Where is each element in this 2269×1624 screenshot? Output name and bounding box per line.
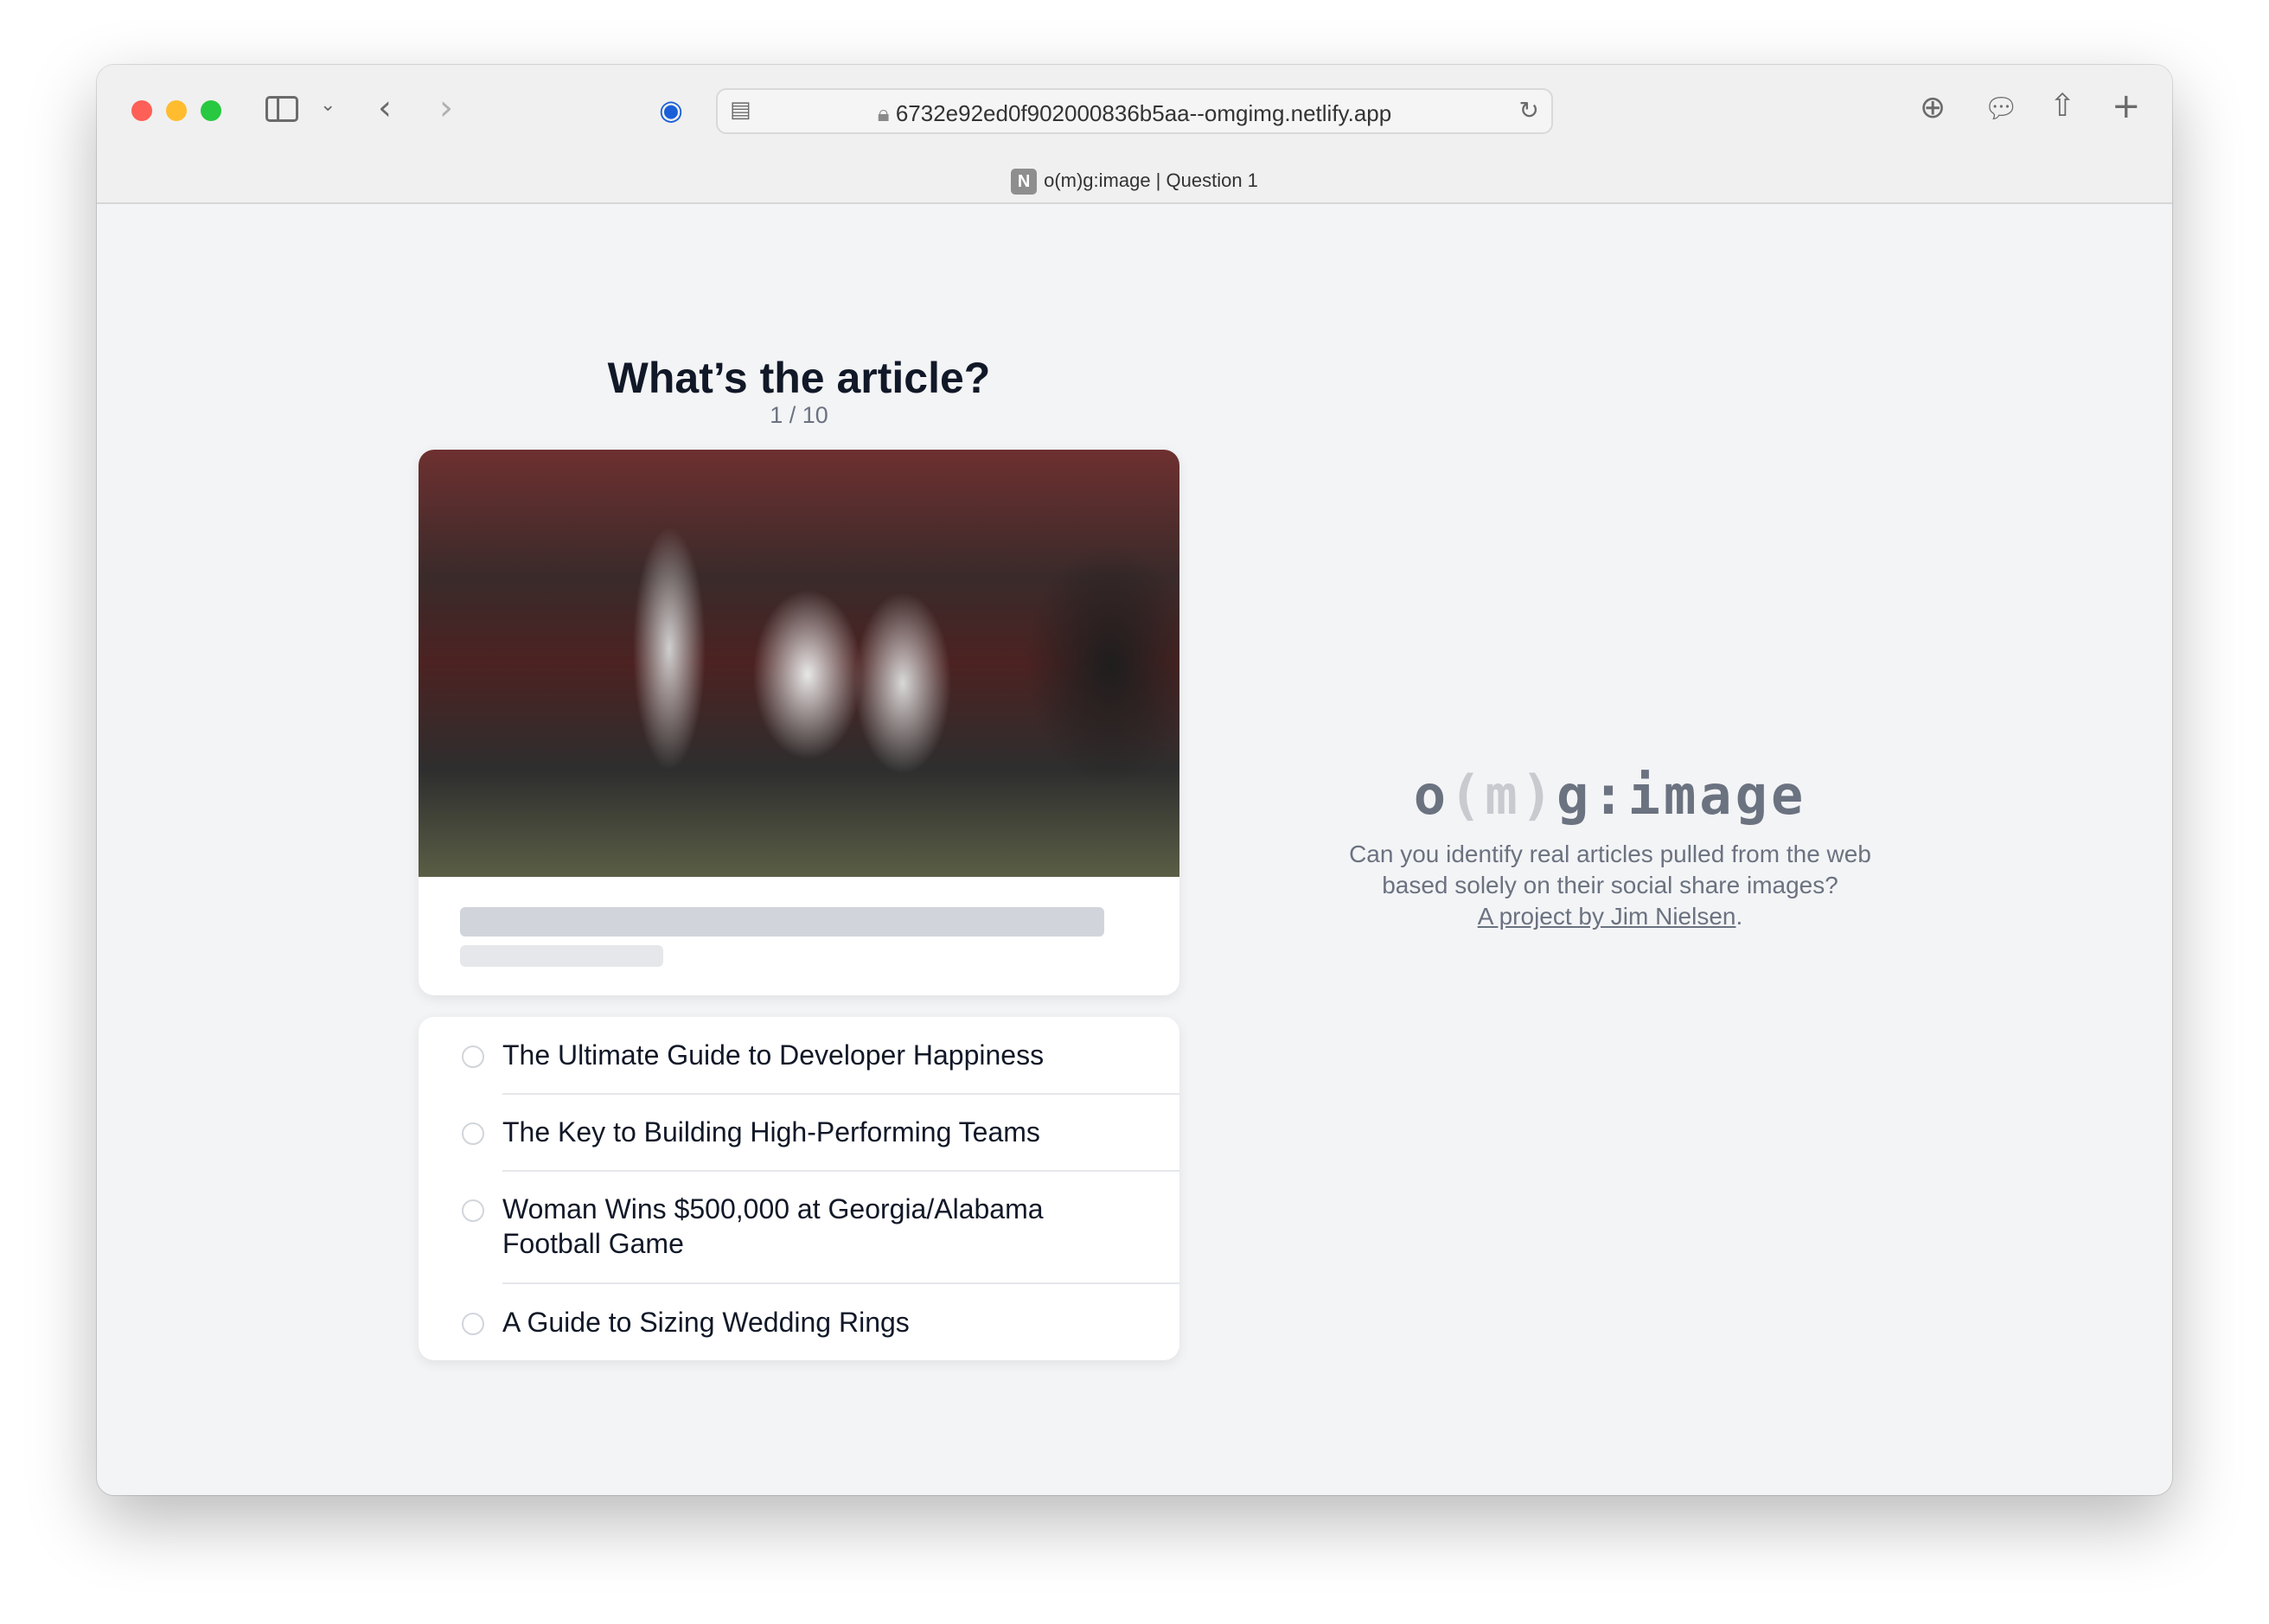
forward-icon[interactable]: › — [439, 91, 453, 125]
minimize-window-button[interactable] — [166, 100, 187, 121]
page-title: What’s the article? — [607, 354, 991, 402]
tab-active[interactable]: No(m)g:image | Question 1 — [97, 169, 2172, 195]
maximize-window-button[interactable] — [201, 100, 221, 121]
answer-option[interactable]: A Guide to Sizing Wedding Rings — [419, 1283, 1179, 1360]
sidebar-toggle-icon[interactable] — [265, 96, 298, 122]
radio-button[interactable] — [462, 1122, 484, 1145]
answer-option[interactable]: The Ultimate Guide to Developer Happines… — [419, 1017, 1179, 1095]
option-label: Woman Wins $500,000 at Georgia/Alabama F… — [502, 1193, 1044, 1259]
downloads-icon[interactable]: ⊕ — [1920, 93, 1946, 124]
radio-button[interactable] — [462, 1045, 484, 1068]
back-icon[interactable]: ‹ — [378, 91, 392, 125]
browser-window: ⌄ ‹ › ◉ ▤ 🔒︎ 6732e92ed0f902000836b5aa--o… — [97, 65, 2172, 1495]
translate-icon[interactable]: 💬︎ — [1984, 94, 2019, 122]
answer-options: The Ultimate Guide to Developer Happines… — [419, 1017, 1179, 1360]
radio-button[interactable] — [462, 1199, 484, 1222]
new-tab-icon[interactable]: + — [2112, 89, 2141, 124]
url-text: 6732e92ed0f902000836b5aa--omgimg.netlify… — [895, 100, 1392, 126]
question-counter: 1 / 10 — [770, 402, 828, 428]
site-logo: o(m)g:image — [1413, 764, 1807, 827]
answer-option[interactable]: The Key to Building High-Performing Team… — [419, 1094, 1179, 1172]
reload-icon[interactable]: ↻ — [1519, 99, 1539, 123]
privacy-shield-icon[interactable]: ◉ — [659, 96, 683, 124]
option-label: The Key to Building High-Performing Team… — [502, 1116, 1040, 1148]
answer-option[interactable]: Woman Wins $500,000 at Georgia/Alabama F… — [419, 1171, 1179, 1284]
tab-title: o(m)g:image | Question 1 — [1044, 169, 1258, 191]
title-placeholder — [460, 907, 1104, 937]
favicon: N — [1011, 169, 1038, 195]
share-icon[interactable]: ⇧ — [2049, 91, 2075, 122]
close-window-button[interactable] — [131, 100, 152, 121]
radio-button[interactable] — [462, 1313, 484, 1335]
option-label: A Guide to Sizing Wedding Rings — [502, 1307, 910, 1338]
chevron-down-icon[interactable]: ⌄ — [320, 96, 336, 115]
subtitle-placeholder — [460, 945, 663, 967]
address-bar[interactable]: ▤ 🔒︎ 6732e92ed0f902000836b5aa--omgimg.ne… — [716, 88, 1553, 134]
social-share-image — [419, 450, 1179, 877]
article-preview-card — [419, 450, 1179, 995]
option-label: The Ultimate Guide to Developer Happines… — [502, 1039, 1045, 1071]
lock-icon: 🔒︎ — [877, 100, 896, 126]
browser-toolbar: ⌄ ‹ › ◉ ▤ 🔒︎ 6732e92ed0f902000836b5aa--o… — [97, 65, 2172, 204]
author-link[interactable]: A project by Jim Nielsen — [1478, 903, 1736, 930]
site-description: Can you identify real articles pulled fr… — [1349, 841, 1871, 930]
